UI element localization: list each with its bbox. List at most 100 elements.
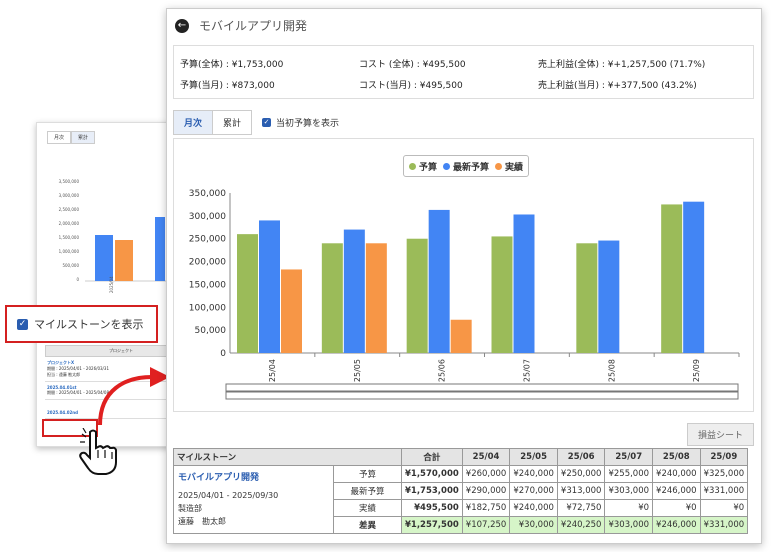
hand-cursor-icon — [79, 428, 117, 475]
milestone-details: 2025/04/01 - 2025/09/30 製造部 遠藤 勘太郎 — [178, 489, 329, 528]
cost-total: コスト (全体) : ¥495,500 — [359, 60, 466, 70]
row-cell: ¥303,000 — [604, 516, 654, 534]
bg-y-tick: 3,000,000 — [59, 193, 80, 198]
milestone-table: マイルストーン 合計 25/04 25/05 25/06 25/07 25/08… — [173, 448, 749, 534]
milestone-period: 2025/04/01 - 2025/09/30 — [178, 491, 279, 500]
budget-total: 予算(全体) : ¥1,753,000 — [180, 60, 284, 70]
row-cell: ¥325,000 — [699, 465, 749, 483]
bar-2[interactable] — [365, 243, 387, 353]
project-detail-panel: ← モバイルアプリ開発 予算(全体) : ¥1,753,000 コスト (全体)… — [166, 8, 762, 544]
y-tick-label: 300,000 — [189, 212, 226, 222]
bg-tab-monthly[interactable]: 月次 — [47, 131, 72, 144]
row-label: 実績 — [333, 499, 402, 517]
bar-2[interactable] — [281, 269, 302, 353]
row-cell: ¥246,000 — [652, 482, 701, 500]
bar-0[interactable] — [661, 204, 683, 353]
tab-cumulative[interactable]: 累計 — [213, 110, 253, 135]
col-header-milestone: マイルストーン — [173, 448, 402, 466]
bg-bar-latest-2 — [155, 217, 165, 281]
profit-month: 売上利益(当月) : ¥+377,500 (43.2%) — [538, 81, 697, 91]
row-cell: ¥303,000 — [604, 482, 654, 500]
row-cell: ¥0 — [699, 499, 749, 517]
bg-bar-latest — [95, 235, 113, 281]
bar-0[interactable] — [321, 243, 343, 353]
bg-bar-actual — [115, 240, 133, 281]
bar-1[interactable] — [343, 229, 365, 353]
bar-0[interactable] — [576, 243, 598, 353]
bar-1[interactable] — [683, 201, 705, 353]
bar-1[interactable] — [598, 240, 620, 353]
bg-y-tick: 2,000,000 — [59, 221, 80, 226]
profit-total: 売上利益(全体) : ¥+1,257,500 (71.7%) — [538, 60, 706, 70]
show-initial-budget-toggle[interactable]: ✓ 当初予算を表示 — [262, 116, 339, 129]
checkbox-checked-icon[interactable]: ✓ — [17, 318, 28, 330]
budget-month: 予算(当月) : ¥873,000 — [180, 81, 275, 91]
page-title: モバイルアプリ開発 — [199, 19, 308, 33]
row-cell: ¥0 — [604, 499, 654, 517]
row-cell: ¥250,000 — [556, 465, 606, 483]
row-cell: ¥72,750 — [556, 499, 606, 517]
x-tick-label: 25/05 — [353, 359, 362, 382]
x-tick-label: 25/07 — [522, 359, 531, 382]
bg-x-label: 2025/04 — [109, 276, 114, 293]
pl-sheet-button[interactable]: 損益シート — [687, 423, 755, 446]
col-header-month: 25/06 — [556, 448, 606, 466]
col-header-total: 合計 — [401, 448, 463, 466]
row-cell: ¥30,000 — [509, 516, 558, 534]
row-total: ¥1,257,500 — [401, 516, 463, 534]
range-slider-track[interactable] — [225, 391, 739, 400]
checkbox-checked-icon[interactable]: ✓ — [262, 118, 272, 127]
col-header-month: 25/07 — [604, 448, 654, 466]
col-header-month: 25/09 — [699, 448, 749, 466]
milestone-owner: 遠藤 勘太郎 — [178, 517, 226, 526]
bg-tab-cumulative[interactable]: 累計 — [71, 131, 96, 144]
bar-chart: 350,000 300,000 250,000 200,000 150,000 100,0… — [189, 189, 740, 400]
x-tick-label: 25/04 — [268, 359, 277, 382]
y-tick-label: 200,000 — [189, 258, 226, 268]
milestone-name-link[interactable]: モバイルアプリ開発 — [178, 470, 329, 483]
row-label: 差異 — [333, 516, 402, 534]
y-tick-label: 0 — [220, 349, 226, 359]
bar-1[interactable] — [259, 220, 280, 353]
row-cell: ¥290,000 — [461, 482, 511, 500]
x-tick-label: 25/08 — [607, 359, 616, 382]
chart-container: 予算 最新予算 実績 350,000 300,000 250,000 200,000 1… — [173, 138, 754, 412]
bg-y-tick: 1,500,000 — [59, 235, 80, 240]
milestone-info-cell: モバイルアプリ開発 2025/04/01 - 2025/09/30 製造部 遠藤… — [173, 465, 334, 534]
summary-box: 予算(全体) : ¥1,753,000 コスト (全体) : ¥495,500 … — [173, 45, 754, 99]
table-header-row: マイルストーン 合計 25/04 25/05 25/06 25/07 25/08… — [173, 448, 749, 466]
back-arrow-icon[interactable]: ← — [175, 18, 189, 33]
row-cell: ¥240,000 — [652, 465, 701, 483]
bar-0[interactable] — [491, 236, 513, 353]
row-cell: ¥240,000 — [509, 499, 558, 517]
col-header-month: 25/05 — [509, 448, 558, 466]
col-header-month: 25/04 — [461, 448, 511, 466]
y-tick-label: 100,000 — [189, 303, 226, 313]
row-total: ¥1,570,000 — [401, 465, 463, 483]
show-initial-budget-label: 当初予算を表示 — [276, 119, 340, 129]
bar-2[interactable] — [450, 319, 472, 353]
row-cell: ¥240,000 — [509, 465, 558, 483]
row-cell: ¥240,250 — [556, 516, 606, 534]
bar-0[interactable] — [406, 238, 428, 353]
milestone-dept: 製造部 — [178, 504, 202, 513]
tab-monthly[interactable]: 月次 — [173, 110, 214, 135]
show-milestone-label: マイルストーンを表示 — [34, 318, 144, 331]
row-cell: ¥255,000 — [604, 465, 654, 483]
bar-0[interactable] — [237, 234, 258, 353]
row-cell: ¥246,000 — [652, 516, 701, 534]
bg-y-tick: 3,500,000 — [59, 179, 80, 184]
show-milestone-callout[interactable]: ✓ マイルストーンを表示 — [5, 305, 158, 343]
row-cell: ¥182,750 — [461, 499, 511, 517]
range-slider[interactable] — [225, 383, 739, 392]
cost-month: コスト(当月) : ¥495,500 — [359, 81, 463, 91]
x-tick-label: 25/09 — [692, 359, 701, 382]
row-total: ¥495,500 — [401, 499, 463, 517]
row-cell: ¥260,000 — [461, 465, 511, 483]
y-tick-label: 350,000 — [189, 189, 226, 199]
bar-1[interactable] — [428, 209, 450, 353]
bar-1[interactable] — [513, 214, 535, 353]
row-cell: ¥313,000 — [556, 482, 606, 500]
table-row: モバイルアプリ開発 2025/04/01 - 2025/09/30 製造部 遠藤… — [173, 465, 749, 534]
y-tick-label: 150,000 — [189, 280, 226, 290]
